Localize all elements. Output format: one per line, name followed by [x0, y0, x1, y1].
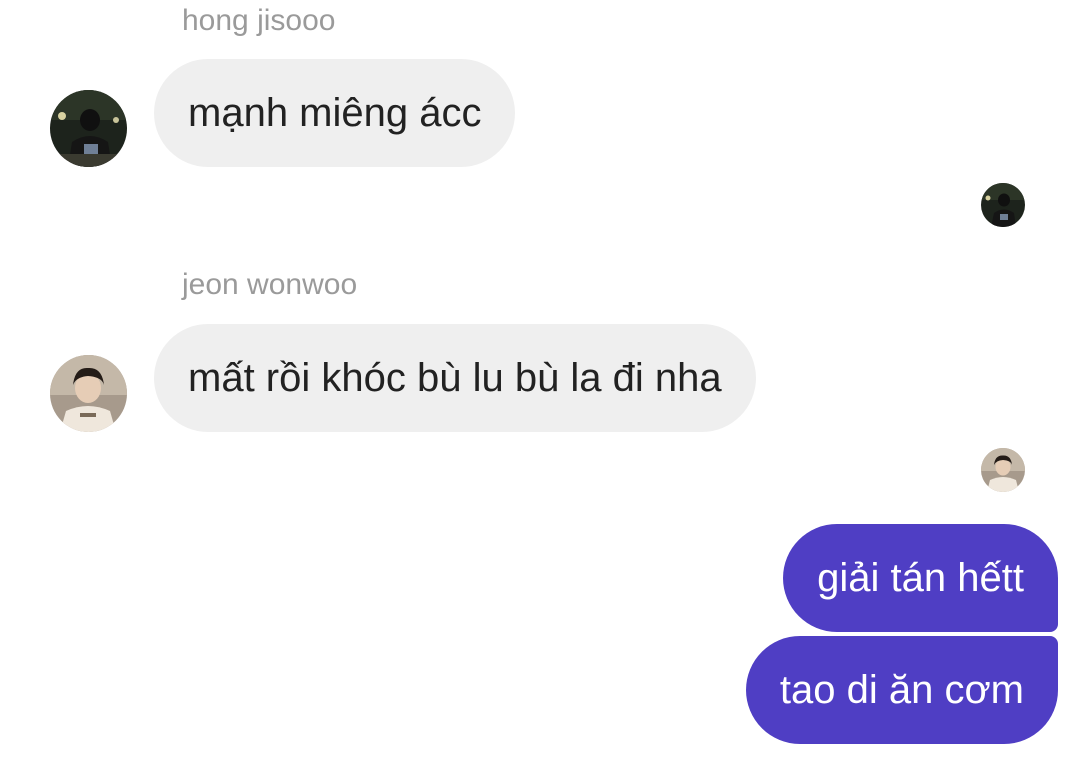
sender-name-jeon-wonwoo: jeon wonwoo [182, 268, 358, 301]
incoming-message-bubble[interactable]: mất rồi khóc bù lu bù la đi nha [154, 324, 756, 432]
dark-night-photo-avatar-icon [50, 90, 127, 167]
outgoing-message-bubble[interactable]: tao di ăn cơm [745, 636, 1058, 744]
read-receipt-avatar-hong-jisooo [981, 183, 1025, 227]
light-portrait-avatar-icon [50, 355, 127, 432]
read-receipt-avatar-jeon-wonwoo [981, 448, 1025, 492]
dark-night-photo-avatar-icon [981, 183, 1025, 227]
avatar-jeon-wonwoo[interactable] [50, 355, 127, 432]
light-portrait-avatar-icon [981, 448, 1025, 492]
avatar-hong-jisooo[interactable] [50, 90, 127, 167]
sender-name-hong-jisooo: hong jisooo [182, 4, 336, 37]
incoming-message-bubble[interactable]: mạnh miêng ácc [154, 59, 516, 167]
outgoing-message-bubble[interactable]: giải tán hếtt [783, 524, 1058, 632]
